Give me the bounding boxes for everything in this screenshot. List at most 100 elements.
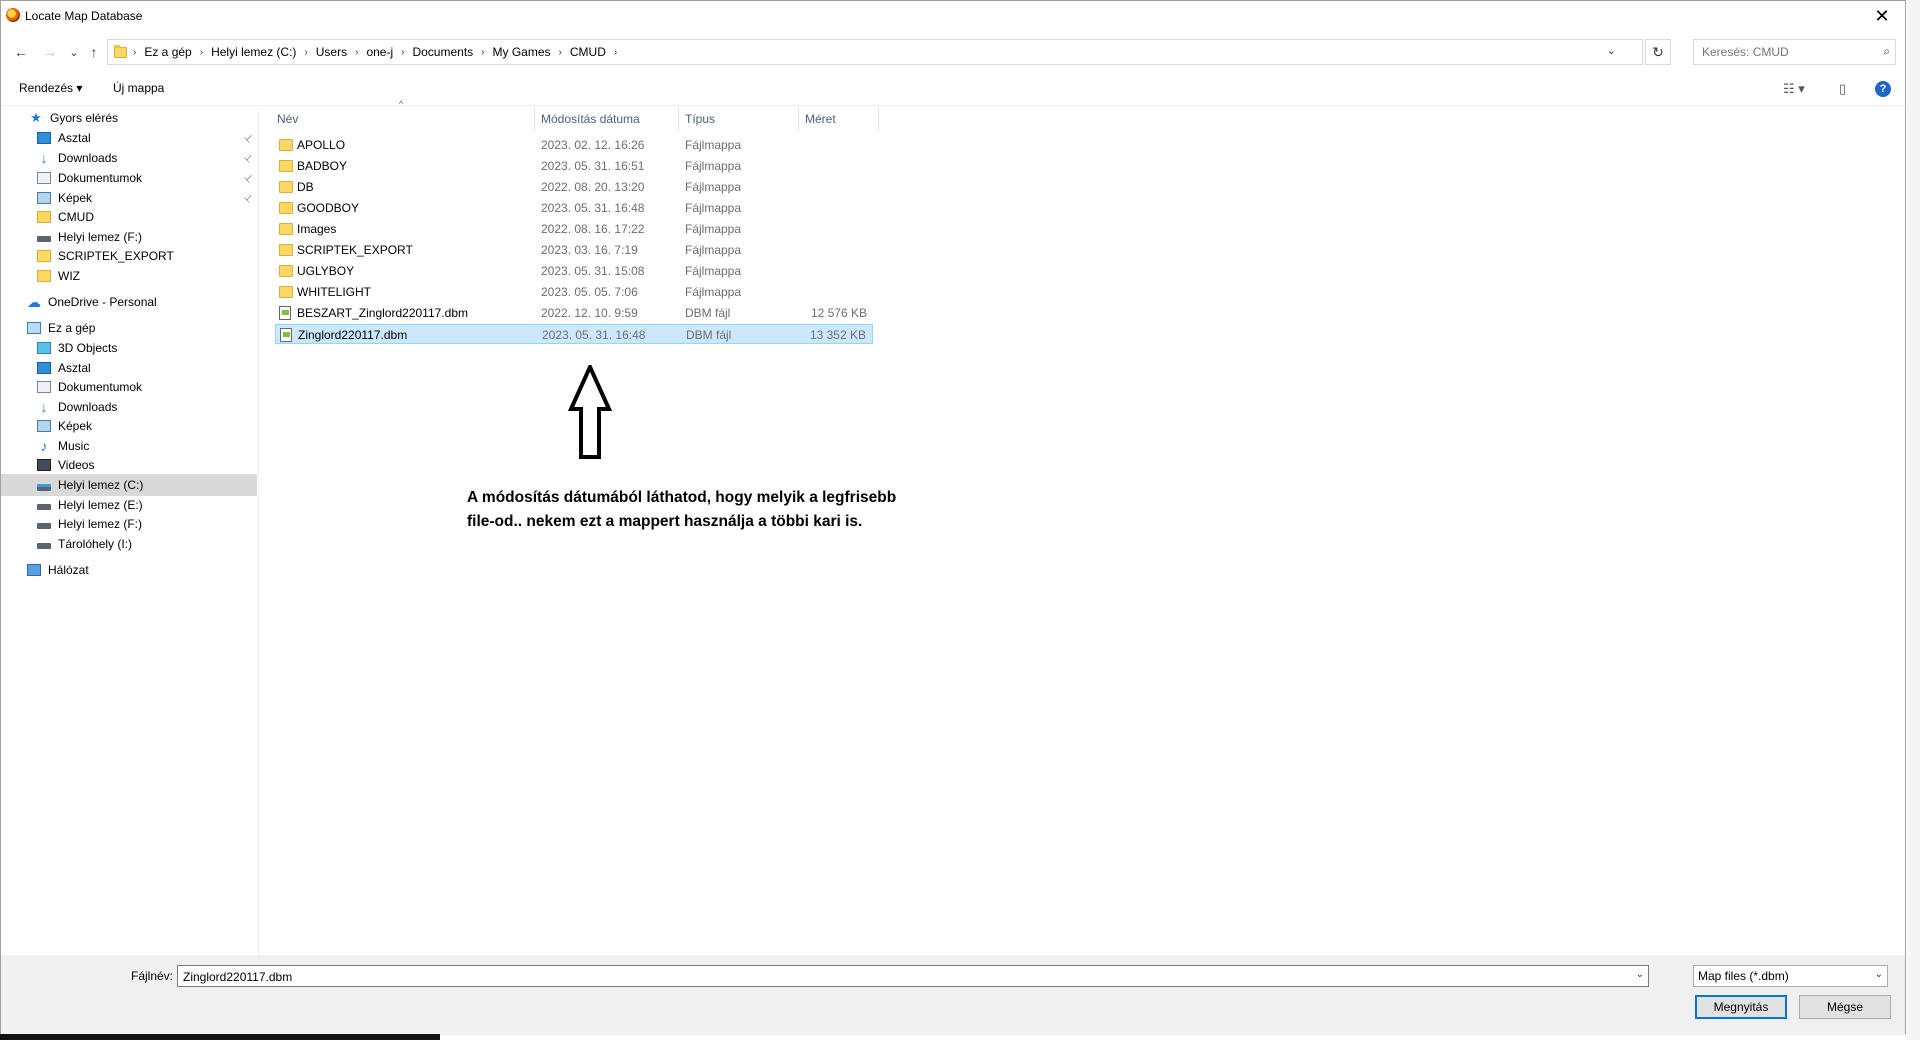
pin-icon: ⊥ <box>241 191 256 205</box>
search-input[interactable] <box>1700 44 1864 60</box>
file-row[interactable]: DB 2022. 08. 20. 13:20 Fájlmappa <box>275 177 873 197</box>
sidebar-item[interactable]: Hálózat <box>1 559 257 581</box>
column-header-size[interactable]: Méret <box>799 107 879 131</box>
address-dropdown-button[interactable]: ⌄ <box>1607 44 1616 57</box>
cancel-button[interactable]: Mégse <box>1799 995 1891 1019</box>
refresh-button[interactable]: ↻ <box>1645 39 1671 65</box>
file-name: BADBOY <box>297 159 348 173</box>
network-icon <box>27 564 41 576</box>
sidebar-item[interactable]: Helyi lemez (C:) <box>1 474 257 496</box>
file-row[interactable]: BESZART_Zinglord220117.dbm 2022. 12. 10. … <box>275 303 873 323</box>
pin-icon: ⊥ <box>241 171 256 185</box>
sidebar-item[interactable]: Dokumentumok ⊥ <box>1 167 257 189</box>
filename-field[interactable]: ⌄ <box>177 965 1649 987</box>
sidebar-item[interactable]: ↓ Downloads ⊥ <box>1 147 257 169</box>
sidebar-item-label: Downloads <box>58 400 118 414</box>
download-icon: ↓ <box>40 399 48 415</box>
breadcrumb-item[interactable]: My Games <box>493 45 551 59</box>
back-button[interactable]: ← <box>12 43 30 61</box>
file-row[interactable]: UGLYBOY 2023. 05. 31. 15:08 Fájlmappa <box>275 261 873 281</box>
sidebar-item[interactable]: SCRIPTEK_EXPORT <box>1 245 257 267</box>
file-modified: 2023. 03. 16. 7:19 <box>541 243 638 257</box>
filename-input[interactable] <box>181 969 1625 985</box>
sidebar-item-label: OneDrive - Personal <box>48 295 157 309</box>
sidebar-item-label: Képek <box>58 419 93 433</box>
chevron-right-icon[interactable]: › <box>481 47 484 58</box>
filetype-select[interactable]: Map files (*.dbm) ⌄ <box>1693 965 1888 987</box>
sidebar-item-label: Asztal <box>58 361 91 375</box>
breadcrumb-item[interactable]: one-j <box>366 45 393 59</box>
file-modified: 2022. 08. 20. 13:20 <box>541 180 645 194</box>
chevron-right-icon[interactable]: › <box>133 47 136 58</box>
sidebar-item[interactable]: Asztal ⊥ <box>1 127 257 149</box>
file-modified: 2023. 05. 31. 15:08 <box>541 264 645 278</box>
search-icon[interactable]: ⌕ <box>1883 44 1890 59</box>
sidebar-item-label: Helyi lemez (F:) <box>58 230 143 244</box>
sidebar-item[interactable]: Dokumentumok <box>1 376 257 398</box>
forward-button[interactable]: → <box>41 43 59 61</box>
cloud-icon: ☁ <box>27 294 41 310</box>
file-size: 13 352 KB <box>809 328 866 342</box>
filetype-dropdown-icon[interactable]: ⌄ <box>1875 969 1883 980</box>
up-button[interactable]: ↑ <box>85 43 103 61</box>
folder-icon <box>279 202 293 214</box>
organize-button[interactable]: Rendezés ▾ <box>19 81 82 95</box>
breadcrumb-item[interactable]: Ez a gép <box>144 45 191 59</box>
chevron-right-icon[interactable]: › <box>614 47 617 58</box>
open-button[interactable]: Megnyitás <box>1695 995 1787 1019</box>
column-header-name[interactable]: Név ^ <box>271 99 535 131</box>
help-icon[interactable]: ? <box>1875 81 1891 97</box>
folder-icon <box>114 44 127 58</box>
videos-icon <box>37 459 51 471</box>
sidebar-item[interactable]: ☁ OneDrive - Personal <box>1 291 257 313</box>
file-row[interactable]: Zinglord220117.dbm 2023. 05. 31. 16:48 DBM… <box>275 324 873 344</box>
chevron-right-icon[interactable]: › <box>304 47 307 58</box>
sidebar-item-label: CMUD <box>58 210 94 224</box>
new-folder-button[interactable]: Új mappa <box>113 81 164 95</box>
drive-icon <box>37 543 51 549</box>
filename-dropdown-icon[interactable]: ⌄ <box>1636 969 1644 980</box>
recent-locations-button[interactable]: ⌄ <box>65 43 83 61</box>
column-header-type[interactable]: Típus <box>679 107 799 131</box>
file-type: Fájlmappa <box>685 285 742 299</box>
file-row[interactable]: APOLLO 2023. 02. 12. 16:26 Fájlmappa <box>275 135 873 155</box>
file-row[interactable]: BADBOY 2023. 05. 31. 16:51 Fájlmappa <box>275 156 873 176</box>
chevron-right-icon[interactable]: › <box>355 47 358 58</box>
view-options-icon[interactable]: ☷ ▾ <box>1783 81 1805 97</box>
search-box[interactable]: ⌕ <box>1693 39 1896 65</box>
address-bar[interactable]: › Ez a gép › Helyi lemez (C:) › Users › one-j ›… <box>107 39 1643 65</box>
file-row[interactable]: SCRIPTEK_EXPORT 2023. 03. 16. 7:19 Fájlmap… <box>275 240 873 260</box>
pane-splitter[interactable] <box>258 107 259 955</box>
sidebar-item-label: Asztal <box>58 131 91 145</box>
pin-icon: ⊥ <box>241 151 256 165</box>
sidebar-item-label: Ez a gép <box>48 321 96 335</box>
music-icon: ♪ <box>40 438 48 454</box>
column-header-modified[interactable]: Módosítás dátuma <box>535 107 679 131</box>
file-open-dialog: Locate Map Database ✕ ← → ⌄ ↑ › Ez a gép… <box>0 0 1906 1035</box>
drive-icon <box>37 504 51 510</box>
sidebar-item[interactable]: Videos <box>1 454 257 476</box>
breadcrumb-item[interactable]: CMUD <box>570 45 606 59</box>
breadcrumb-item[interactable]: Helyi lemez (C:) <box>211 45 296 59</box>
sidebar-item[interactable]: ★ Gyors elérés <box>1 107 257 129</box>
file-type: DBM fájl <box>686 328 732 342</box>
sidebar-item[interactable]: Képek <box>1 415 257 437</box>
folder-icon <box>279 223 293 235</box>
preview-pane-icon[interactable]: ▯ <box>1839 81 1846 97</box>
sidebar-item-label: Videos <box>58 458 95 472</box>
chevron-right-icon[interactable]: › <box>559 47 562 58</box>
breadcrumb-item[interactable]: Users <box>316 45 347 59</box>
sidebar-item[interactable]: CMUD <box>1 206 257 228</box>
close-button[interactable]: ✕ <box>1859 1 1905 31</box>
sidebar-item[interactable]: WIZ <box>1 265 257 287</box>
sidebar-item[interactable]: Helyi lemez (F:) <box>1 513 257 535</box>
chevron-right-icon[interactable]: › <box>401 47 404 58</box>
breadcrumb-item[interactable]: Documents <box>412 45 473 59</box>
sidebar-item[interactable]: 3D Objects <box>1 337 257 359</box>
chevron-right-icon[interactable]: › <box>200 47 203 58</box>
file-row[interactable]: Images 2022. 08. 16. 17:22 Fájlmappa <box>275 219 873 239</box>
sidebar-item[interactable]: Ez a gép <box>1 317 257 339</box>
file-row[interactable]: GOODBOY 2023. 05. 31. 16:48 Fájlmappa <box>275 198 873 218</box>
file-row[interactable]: WHITELIGHT 2023. 05. 05. 7:06 Fájlmappa <box>275 282 873 302</box>
sidebar-item[interactable]: Tárolóhely (I:) <box>1 533 257 555</box>
